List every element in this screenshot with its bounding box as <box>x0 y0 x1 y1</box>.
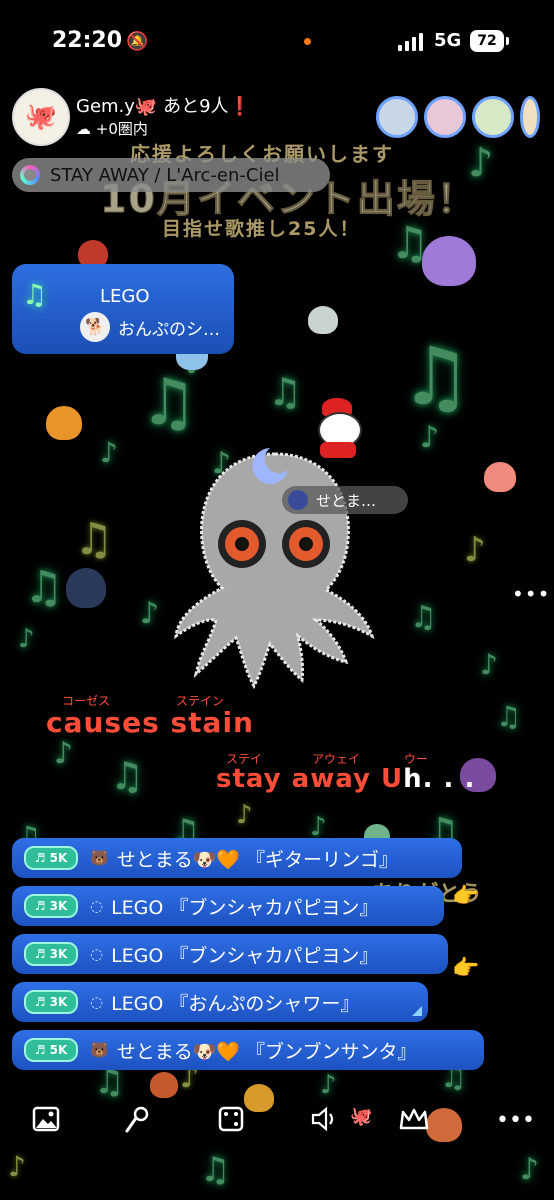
more-options-button[interactable]: ••• <box>512 582 550 606</box>
volume-icon[interactable] <box>310 1106 340 1139</box>
music-note-icon: ♫ <box>22 278 48 311</box>
gift-row[interactable]: ♬ 5K 🐻 せとまる🐶🧡 『ブンブンサンタ』 <box>12 1030 484 1070</box>
now-playing-user: おんぷのシ… <box>118 320 220 340</box>
gift-text: LEGO 『ブンシャカパピヨン』 <box>111 944 379 967</box>
octopus-sticker-icon: 🐙 <box>350 1106 373 1127</box>
lyric-line-2-white: h. . . <box>403 764 476 794</box>
network-type: 5G <box>434 30 462 51</box>
gift-value-badge: ♬ 3K <box>24 894 78 918</box>
more-icon[interactable]: ••• <box>496 1108 535 1133</box>
viewer-avatar[interactable] <box>472 96 514 138</box>
gift-row[interactable]: ♬ 5K 🐻 せとまる🐶🧡 『ギターリンゴ』 <box>12 838 462 878</box>
gift-value-badge: ♬ 5K <box>24 846 78 870</box>
recording-dot-icon <box>304 38 311 45</box>
now-playing-title: LEGO <box>100 286 150 307</box>
now-playing-user-avatar: 🐕 <box>80 312 110 342</box>
user-bear-icon: 🐻 <box>90 849 109 867</box>
gift-row[interactable]: ♬ 3K ◌ LEGO 『ブンシャカパピヨン』 <box>12 934 448 974</box>
octopus-character <box>174 448 375 690</box>
user-circle-icon: ◌ <box>90 993 104 1011</box>
viewer-avatars[interactable] <box>376 96 540 138</box>
gift-text: LEGO 『おんぷのシャワー』 <box>111 992 360 1015</box>
gift-row[interactable]: ♬ 3K ◌ LEGO 『おんぷのシャワー』 <box>12 982 428 1022</box>
gift-value-badge: ♬ 5K <box>24 1038 78 1062</box>
viewer-avatar[interactable] <box>520 96 540 138</box>
user-circle-icon: ◌ <box>90 897 104 915</box>
gift-value-badge: ♬ 3K <box>24 942 78 966</box>
gift-text: せとまる🐶🧡 『ギターリンゴ』 <box>116 848 399 871</box>
user-circle-icon: ◌ <box>90 945 104 963</box>
current-song-label: STAY AWAY / L'Arc-en-Ciel <box>50 164 280 186</box>
banner-line-3: 目指せ歌推し25人！ <box>162 218 361 240</box>
user-chip-avatar <box>288 490 308 510</box>
lyric-line-1: causes stain <box>46 706 254 739</box>
viewer-avatar[interactable] <box>376 96 418 138</box>
host-points: ☁ +0圏内 <box>76 120 148 138</box>
cellular-signal-icon <box>398 33 423 51</box>
bell-muted-icon: 🔕 <box>126 31 149 52</box>
user-chip[interactable]: せとま… <box>282 486 408 514</box>
dice-icon[interactable] <box>218 1106 244 1139</box>
gift-value-badge: ♬ 3K <box>24 990 78 1014</box>
viewer-avatar[interactable] <box>424 96 466 138</box>
host-name-label: Gem.y🐙 あと9人 <box>76 96 229 117</box>
crown-icon[interactable] <box>398 1106 430 1139</box>
current-song-chip[interactable]: STAY AWAY / L'Arc-en-Ciel <box>12 158 330 192</box>
pointing-hand-icon: 👉 <box>452 884 480 909</box>
song-ring-icon <box>20 165 40 185</box>
battery-icon: 72 <box>470 30 509 52</box>
image-icon[interactable] <box>32 1106 60 1139</box>
host-name[interactable]: Gem.y🐙 あと9人❗ <box>76 92 251 118</box>
gift-text: LEGO 『ブンシャカパピヨン』 <box>111 896 379 919</box>
user-chip-label: せとま… <box>316 491 377 510</box>
lyric-line-2-red: stay away U <box>216 764 404 794</box>
corner-tail-icon <box>412 1006 422 1016</box>
pointing-hand-icon: 👉 <box>452 956 480 981</box>
host-avatar[interactable]: 🐙 <box>12 88 70 146</box>
user-bear-icon: 🐻 <box>90 1041 109 1059</box>
status-time: 22:20 <box>52 28 123 53</box>
host-name-mark: ❗ <box>228 96 251 117</box>
status-bar: 22:20 🔕 5G 72 <box>0 0 554 80</box>
gift-text: せとまる🐶🧡 『ブンブンサンタ』 <box>116 1040 417 1063</box>
santa-character <box>312 398 364 458</box>
lyric-line-2: stay away Uh. . . <box>216 764 475 794</box>
bottom-toolbar <box>0 1096 554 1148</box>
microphone-icon[interactable] <box>124 1106 150 1141</box>
gift-row[interactable]: ♬ 3K ◌ LEGO 『ブンシャカパピヨン』 <box>12 886 444 926</box>
host-points-label: +0圏内 <box>95 120 148 138</box>
